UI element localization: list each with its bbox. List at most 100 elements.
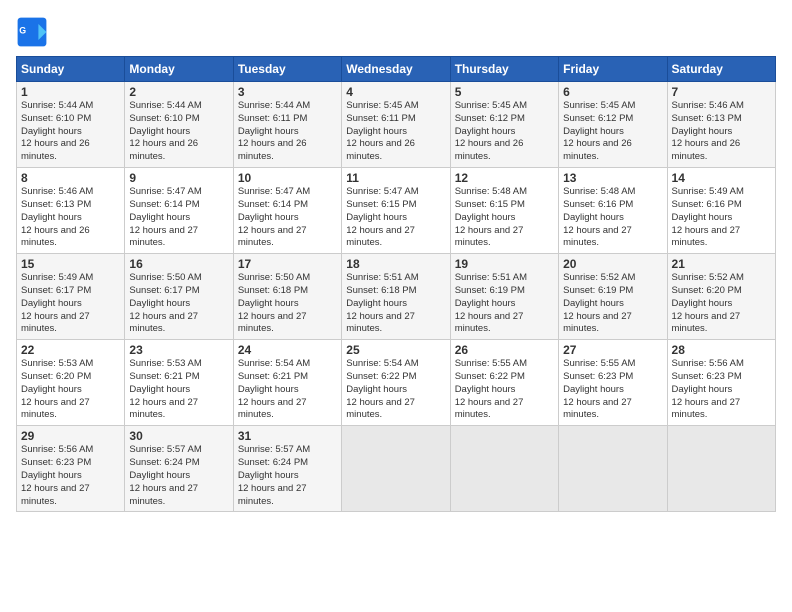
day-number: 11 bbox=[346, 171, 445, 185]
calendar-cell: 6 Sunrise: 5:45 AM Sunset: 6:12 PM Dayli… bbox=[559, 82, 667, 168]
calendar-cell: 13 Sunrise: 5:48 AM Sunset: 6:16 PM Dayl… bbox=[559, 168, 667, 254]
day-number: 3 bbox=[238, 85, 337, 99]
day-info: Sunrise: 5:48 AM Sunset: 6:15 PM Dayligh… bbox=[455, 186, 554, 250]
day-info: Sunrise: 5:53 AM Sunset: 6:21 PM Dayligh… bbox=[129, 358, 228, 422]
day-info: Sunrise: 5:51 AM Sunset: 6:18 PM Dayligh… bbox=[346, 272, 445, 336]
day-info: Sunrise: 5:51 AM Sunset: 6:19 PM Dayligh… bbox=[455, 272, 554, 336]
day-number: 15 bbox=[21, 257, 120, 271]
day-info: Sunrise: 5:44 AM Sunset: 6:11 PM Dayligh… bbox=[238, 100, 337, 164]
day-number: 21 bbox=[672, 257, 771, 271]
calendar-cell: 22 Sunrise: 5:53 AM Sunset: 6:20 PM Dayl… bbox=[17, 340, 125, 426]
day-info: Sunrise: 5:45 AM Sunset: 6:12 PM Dayligh… bbox=[563, 100, 662, 164]
calendar-cell: 9 Sunrise: 5:47 AM Sunset: 6:14 PM Dayli… bbox=[125, 168, 233, 254]
day-info: Sunrise: 5:53 AM Sunset: 6:20 PM Dayligh… bbox=[21, 358, 120, 422]
day-number: 13 bbox=[563, 171, 662, 185]
day-info: Sunrise: 5:54 AM Sunset: 6:21 PM Dayligh… bbox=[238, 358, 337, 422]
day-header-thursday: Thursday bbox=[450, 57, 558, 82]
calendar-cell: 31 Sunrise: 5:57 AM Sunset: 6:24 PM Dayl… bbox=[233, 426, 341, 512]
day-number: 28 bbox=[672, 343, 771, 357]
day-number: 10 bbox=[238, 171, 337, 185]
day-info: Sunrise: 5:52 AM Sunset: 6:20 PM Dayligh… bbox=[672, 272, 771, 336]
day-number: 5 bbox=[455, 85, 554, 99]
calendar-cell: 3 Sunrise: 5:44 AM Sunset: 6:11 PM Dayli… bbox=[233, 82, 341, 168]
day-info: Sunrise: 5:49 AM Sunset: 6:16 PM Dayligh… bbox=[672, 186, 771, 250]
day-info: Sunrise: 5:45 AM Sunset: 6:12 PM Dayligh… bbox=[455, 100, 554, 164]
day-info: Sunrise: 5:52 AM Sunset: 6:19 PM Dayligh… bbox=[563, 272, 662, 336]
day-number: 30 bbox=[129, 429, 228, 443]
calendar-cell: 20 Sunrise: 5:52 AM Sunset: 6:19 PM Dayl… bbox=[559, 254, 667, 340]
calendar-container: G SundayMondayTuesdayWednesdayThursdayFr… bbox=[0, 0, 792, 520]
day-header-monday: Monday bbox=[125, 57, 233, 82]
calendar-cell: 28 Sunrise: 5:56 AM Sunset: 6:23 PM Dayl… bbox=[667, 340, 775, 426]
week-row-5: 29 Sunrise: 5:56 AM Sunset: 6:23 PM Dayl… bbox=[17, 426, 776, 512]
days-header-row: SundayMondayTuesdayWednesdayThursdayFrid… bbox=[17, 57, 776, 82]
day-info: Sunrise: 5:55 AM Sunset: 6:22 PM Dayligh… bbox=[455, 358, 554, 422]
header: G bbox=[16, 16, 776, 48]
day-info: Sunrise: 5:44 AM Sunset: 6:10 PM Dayligh… bbox=[129, 100, 228, 164]
svg-text:G: G bbox=[19, 26, 26, 36]
day-number: 12 bbox=[455, 171, 554, 185]
day-header-wednesday: Wednesday bbox=[342, 57, 450, 82]
calendar-cell: 27 Sunrise: 5:55 AM Sunset: 6:23 PM Dayl… bbox=[559, 340, 667, 426]
day-info: Sunrise: 5:49 AM Sunset: 6:17 PM Dayligh… bbox=[21, 272, 120, 336]
week-row-4: 22 Sunrise: 5:53 AM Sunset: 6:20 PM Dayl… bbox=[17, 340, 776, 426]
day-number: 16 bbox=[129, 257, 228, 271]
calendar-cell: 7 Sunrise: 5:46 AM Sunset: 6:13 PM Dayli… bbox=[667, 82, 775, 168]
day-info: Sunrise: 5:46 AM Sunset: 6:13 PM Dayligh… bbox=[21, 186, 120, 250]
calendar-cell: 24 Sunrise: 5:54 AM Sunset: 6:21 PM Dayl… bbox=[233, 340, 341, 426]
day-number: 9 bbox=[129, 171, 228, 185]
day-header-sunday: Sunday bbox=[17, 57, 125, 82]
day-info: Sunrise: 5:54 AM Sunset: 6:22 PM Dayligh… bbox=[346, 358, 445, 422]
day-info: Sunrise: 5:56 AM Sunset: 6:23 PM Dayligh… bbox=[672, 358, 771, 422]
day-info: Sunrise: 5:47 AM Sunset: 6:14 PM Dayligh… bbox=[129, 186, 228, 250]
day-number: 26 bbox=[455, 343, 554, 357]
day-number: 24 bbox=[238, 343, 337, 357]
calendar-table: SundayMondayTuesdayWednesdayThursdayFrid… bbox=[16, 56, 776, 512]
day-number: 7 bbox=[672, 85, 771, 99]
day-number: 1 bbox=[21, 85, 120, 99]
calendar-cell: 21 Sunrise: 5:52 AM Sunset: 6:20 PM Dayl… bbox=[667, 254, 775, 340]
calendar-cell: 5 Sunrise: 5:45 AM Sunset: 6:12 PM Dayli… bbox=[450, 82, 558, 168]
calendar-cell: 16 Sunrise: 5:50 AM Sunset: 6:17 PM Dayl… bbox=[125, 254, 233, 340]
day-info: Sunrise: 5:44 AM Sunset: 6:10 PM Dayligh… bbox=[21, 100, 120, 164]
day-info: Sunrise: 5:57 AM Sunset: 6:24 PM Dayligh… bbox=[238, 444, 337, 508]
day-number: 22 bbox=[21, 343, 120, 357]
calendar-cell: 1 Sunrise: 5:44 AM Sunset: 6:10 PM Dayli… bbox=[17, 82, 125, 168]
day-info: Sunrise: 5:56 AM Sunset: 6:23 PM Dayligh… bbox=[21, 444, 120, 508]
day-number: 17 bbox=[238, 257, 337, 271]
day-number: 31 bbox=[238, 429, 337, 443]
calendar-cell: 14 Sunrise: 5:49 AM Sunset: 6:16 PM Dayl… bbox=[667, 168, 775, 254]
logo: G bbox=[16, 16, 52, 48]
calendar-cell: 17 Sunrise: 5:50 AM Sunset: 6:18 PM Dayl… bbox=[233, 254, 341, 340]
day-info: Sunrise: 5:50 AM Sunset: 6:18 PM Dayligh… bbox=[238, 272, 337, 336]
day-header-tuesday: Tuesday bbox=[233, 57, 341, 82]
day-number: 6 bbox=[563, 85, 662, 99]
day-info: Sunrise: 5:57 AM Sunset: 6:24 PM Dayligh… bbox=[129, 444, 228, 508]
day-info: Sunrise: 5:45 AM Sunset: 6:11 PM Dayligh… bbox=[346, 100, 445, 164]
calendar-cell: 25 Sunrise: 5:54 AM Sunset: 6:22 PM Dayl… bbox=[342, 340, 450, 426]
day-info: Sunrise: 5:55 AM Sunset: 6:23 PM Dayligh… bbox=[563, 358, 662, 422]
calendar-cell bbox=[559, 426, 667, 512]
week-row-3: 15 Sunrise: 5:49 AM Sunset: 6:17 PM Dayl… bbox=[17, 254, 776, 340]
calendar-cell bbox=[342, 426, 450, 512]
day-header-friday: Friday bbox=[559, 57, 667, 82]
calendar-cell: 19 Sunrise: 5:51 AM Sunset: 6:19 PM Dayl… bbox=[450, 254, 558, 340]
day-number: 2 bbox=[129, 85, 228, 99]
day-number: 14 bbox=[672, 171, 771, 185]
day-number: 19 bbox=[455, 257, 554, 271]
calendar-cell bbox=[667, 426, 775, 512]
day-info: Sunrise: 5:47 AM Sunset: 6:14 PM Dayligh… bbox=[238, 186, 337, 250]
day-info: Sunrise: 5:50 AM Sunset: 6:17 PM Dayligh… bbox=[129, 272, 228, 336]
calendar-cell: 8 Sunrise: 5:46 AM Sunset: 6:13 PM Dayli… bbox=[17, 168, 125, 254]
calendar-cell: 2 Sunrise: 5:44 AM Sunset: 6:10 PM Dayli… bbox=[125, 82, 233, 168]
calendar-cell: 29 Sunrise: 5:56 AM Sunset: 6:23 PM Dayl… bbox=[17, 426, 125, 512]
calendar-cell: 10 Sunrise: 5:47 AM Sunset: 6:14 PM Dayl… bbox=[233, 168, 341, 254]
week-row-1: 1 Sunrise: 5:44 AM Sunset: 6:10 PM Dayli… bbox=[17, 82, 776, 168]
day-number: 18 bbox=[346, 257, 445, 271]
day-number: 25 bbox=[346, 343, 445, 357]
calendar-cell: 4 Sunrise: 5:45 AM Sunset: 6:11 PM Dayli… bbox=[342, 82, 450, 168]
day-number: 23 bbox=[129, 343, 228, 357]
day-info: Sunrise: 5:46 AM Sunset: 6:13 PM Dayligh… bbox=[672, 100, 771, 164]
calendar-cell bbox=[450, 426, 558, 512]
calendar-cell: 23 Sunrise: 5:53 AM Sunset: 6:21 PM Dayl… bbox=[125, 340, 233, 426]
